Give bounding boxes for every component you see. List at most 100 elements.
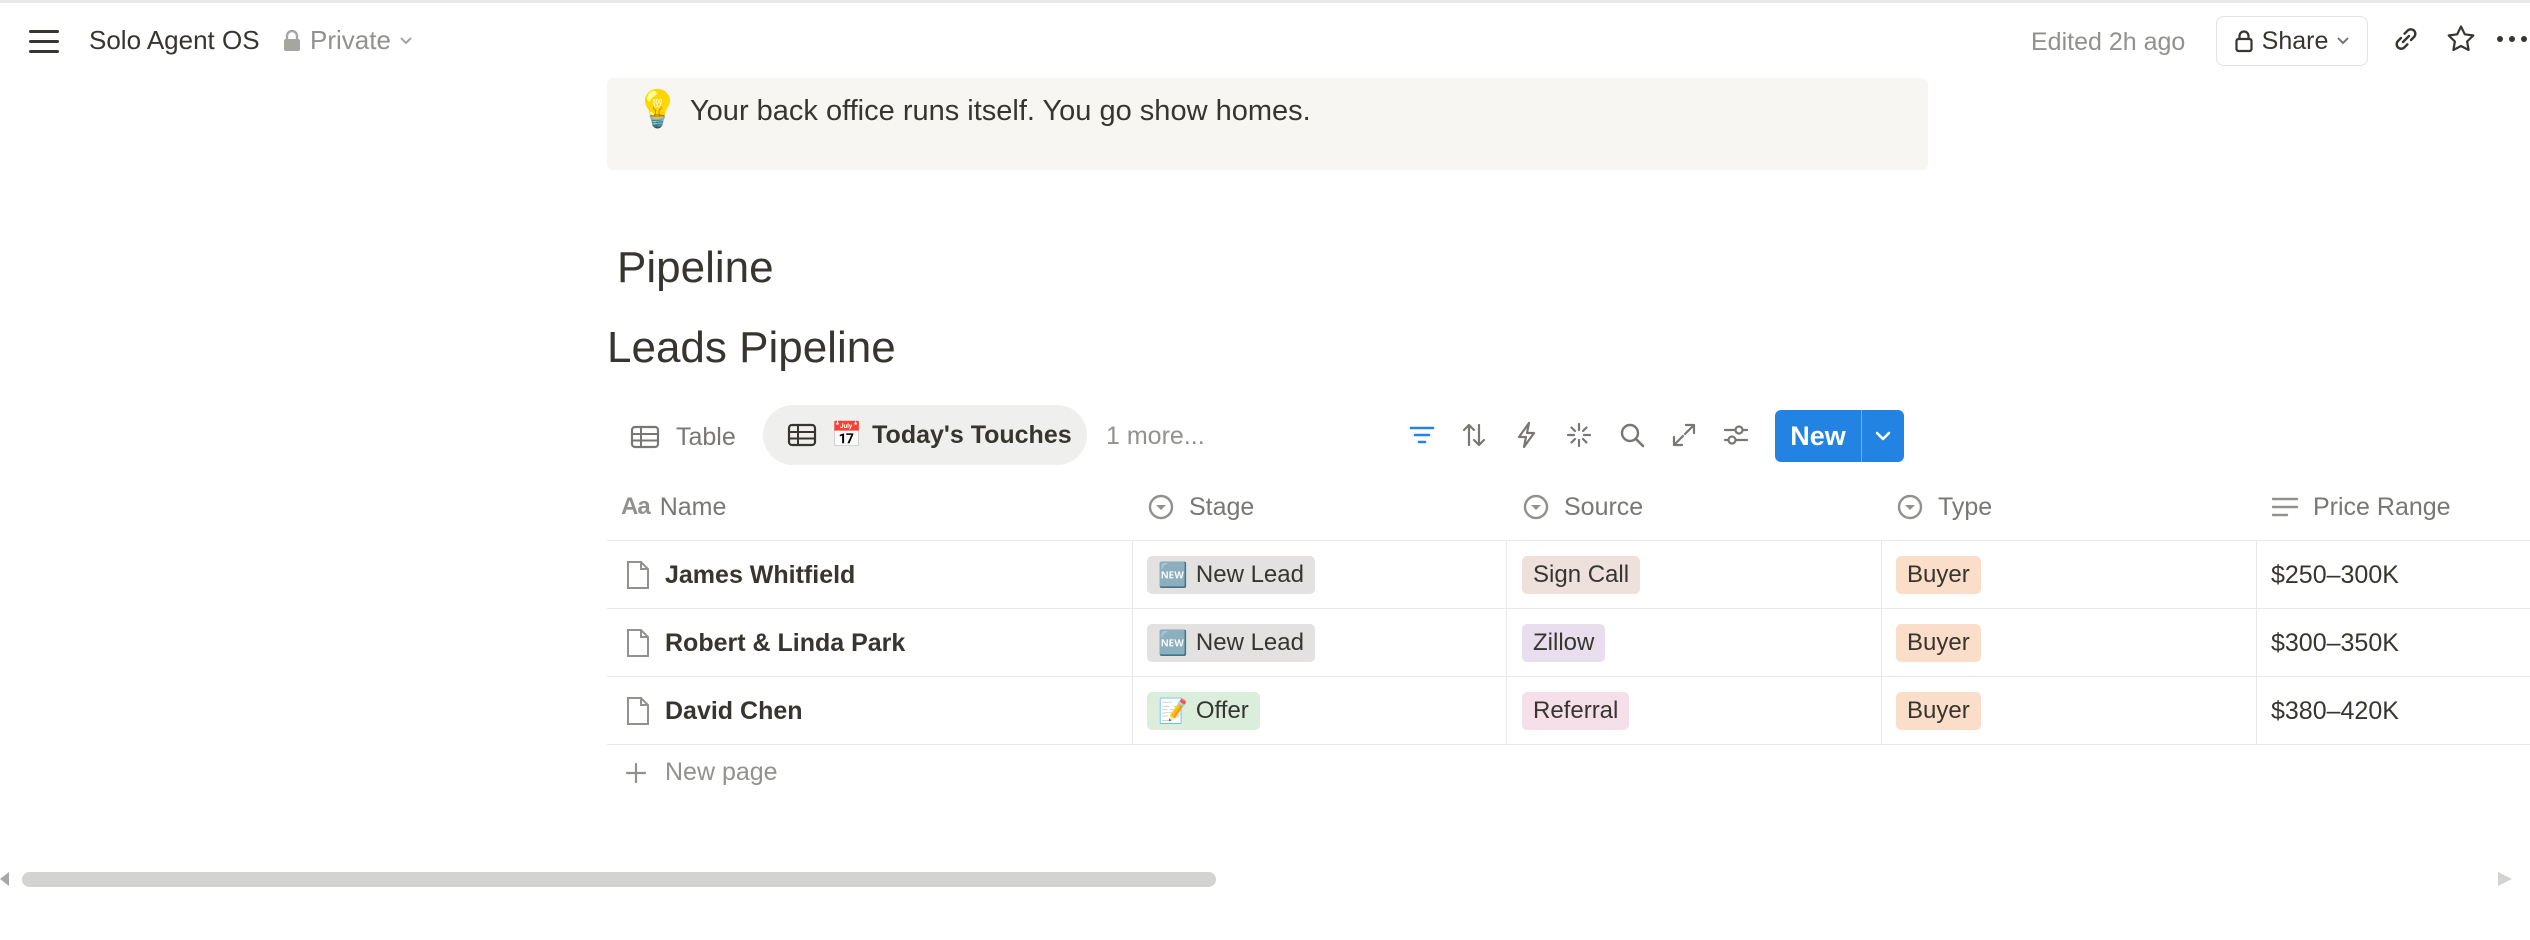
table-row[interactable]: David Chen 📝 Offer Referral Buyer $380–42… (607, 677, 2530, 745)
column-header-label: Stage (1189, 492, 1255, 521)
stage-tag: 📝 Offer (1147, 692, 1260, 730)
column-header-stage[interactable]: Stage (1147, 473, 1254, 541)
stage-label: New Lead (1195, 561, 1304, 588)
settings-sliders-icon[interactable] (1716, 415, 1756, 455)
automation-lightning-icon[interactable] (1507, 415, 1547, 455)
star-icon[interactable] (2441, 19, 2481, 59)
scroll-right-arrow-icon[interactable] (2498, 872, 2512, 886)
page-icon (627, 697, 649, 725)
row-name-cell[interactable]: David Chen (625, 677, 803, 745)
new-emoji-icon: 🆕 (1158, 561, 1188, 589)
source-tag: Zillow (1522, 624, 1606, 662)
source-tag: Referral (1522, 692, 1630, 730)
stage-tag: 🆕 New Lead (1147, 624, 1315, 662)
text-type-icon: Aa (621, 493, 651, 520)
price-range-cell[interactable]: $250–300K (2271, 541, 2399, 609)
type-cell[interactable]: Buyer (1896, 609, 1981, 677)
tab-todays-touches[interactable]: 📅 Today's Touches (763, 405, 1087, 465)
type-cell[interactable]: Buyer (1896, 541, 1981, 609)
edited-timestamp: Edited 2h ago (2031, 28, 2186, 56)
workspace-title[interactable]: Solo Agent OS (89, 25, 260, 56)
row-name: James Whitfield (665, 560, 856, 589)
ai-sparkle-icon[interactable] (1559, 415, 1599, 455)
type-tag: Buyer (1896, 692, 1981, 730)
column-header-label: Price Range (2313, 492, 2451, 521)
sort-icon[interactable] (1454, 415, 1494, 455)
section-heading: Pipeline (617, 243, 774, 292)
expand-icon[interactable] (1664, 415, 1704, 455)
table-icon (787, 423, 817, 447)
column-header-label: Name (659, 492, 727, 521)
select-icon (1148, 494, 1174, 520)
scroll-left-arrow-icon[interactable] (0, 872, 9, 886)
row-name: David Chen (665, 696, 803, 725)
column-header-label: Type (1938, 492, 1993, 521)
callout-block: 💡 Your back office runs itself. You go s… (607, 78, 1928, 170)
page-icon (627, 629, 649, 657)
row-name-cell[interactable]: James Whitfield (625, 541, 855, 609)
stage-tag: 🆕 New Lead (1147, 556, 1315, 594)
source-cell[interactable]: Referral (1522, 677, 1630, 745)
share-label: Share (2261, 26, 2329, 55)
source-tag: Sign Call (1522, 556, 1641, 594)
column-header-name[interactable]: Aa Name (621, 473, 726, 541)
new-record-button[interactable]: New (1775, 410, 1904, 462)
calendar-emoji-icon: 📅 (831, 420, 863, 449)
share-button[interactable]: Share (2216, 16, 2368, 66)
column-header-price-range[interactable]: Price Range (2271, 473, 2451, 541)
privacy-toggle[interactable]: Private (282, 25, 413, 56)
lock-icon (284, 29, 300, 51)
more-options-icon[interactable] (2494, 19, 2530, 59)
new-button-label[interactable]: New (1775, 421, 1861, 452)
source-cell[interactable]: Sign Call (1522, 541, 1641, 609)
tab-todays-touches-label: Today's Touches (872, 420, 1072, 449)
more-views-button[interactable]: 1 more... (1106, 422, 1205, 451)
new-page-button[interactable]: New page (625, 758, 778, 787)
filter-icon[interactable] (1402, 415, 1442, 455)
scrollbar-thumb[interactable] (22, 872, 1216, 887)
source-cell[interactable]: Zillow (1522, 609, 1606, 677)
table-row[interactable]: Robert & Linda Park 🆕 New Lead Zillow Buy… (607, 609, 2530, 677)
table-row[interactable]: James Whitfield 🆕 New Lead Sign Call Buye… (607, 541, 2530, 609)
callout-text: Your back office runs itself. You go sho… (690, 95, 1311, 127)
new-page-label: New page (665, 758, 778, 786)
column-header-source[interactable]: Source (1522, 473, 1643, 541)
stage-label: Offer (1195, 697, 1249, 724)
select-icon (1523, 494, 1549, 520)
table-icon (630, 425, 660, 449)
lightbulb-icon[interactable]: 💡 (635, 88, 680, 130)
type-cell[interactable]: Buyer (1896, 677, 1981, 745)
plus-icon (625, 762, 647, 783)
chevron-down-icon (2337, 37, 2350, 45)
select-icon (1897, 494, 1923, 520)
type-tag: Buyer (1896, 556, 1981, 594)
lock-icon (2235, 30, 2253, 53)
tab-table-view[interactable]: Table (630, 417, 736, 457)
database-title[interactable]: Leads Pipeline (607, 323, 896, 373)
row-name-cell[interactable]: Robert & Linda Park (625, 609, 905, 677)
memo-emoji-icon: 📝 (1158, 697, 1188, 725)
stage-label: New Lead (1195, 629, 1304, 656)
privacy-label: Private (310, 25, 391, 55)
column-header-label: Source (1564, 492, 1644, 521)
top-bar: Solo Agent OS Private Edited 2h ago Shar… (0, 3, 2530, 75)
text-lines-icon (2271, 497, 2299, 517)
price-range-cell[interactable]: $300–350K (2271, 609, 2399, 677)
tab-table-label: Table (676, 422, 736, 451)
chevron-down-icon (400, 36, 412, 44)
horizontal-scrollbar[interactable] (0, 868, 2530, 890)
price-range-cell[interactable]: $380–420K (2271, 677, 2399, 745)
new-emoji-icon: 🆕 (1158, 629, 1188, 657)
sidebar-menu-icon[interactable] (22, 23, 66, 59)
search-icon[interactable] (1612, 415, 1652, 455)
type-tag: Buyer (1896, 624, 1981, 662)
stage-cell[interactable]: 🆕 New Lead (1147, 541, 1315, 609)
page-icon (627, 561, 649, 589)
new-options-chevron-icon[interactable] (1862, 430, 1904, 442)
table-header: Aa Name Stage Source Type Price Range (607, 473, 2530, 541)
stage-cell[interactable]: 📝 Offer (1147, 677, 1260, 745)
column-header-type[interactable]: Type (1896, 473, 1992, 541)
row-name: Robert & Linda Park (665, 628, 906, 657)
stage-cell[interactable]: 🆕 New Lead (1147, 609, 1315, 677)
link-icon[interactable] (2386, 19, 2426, 59)
